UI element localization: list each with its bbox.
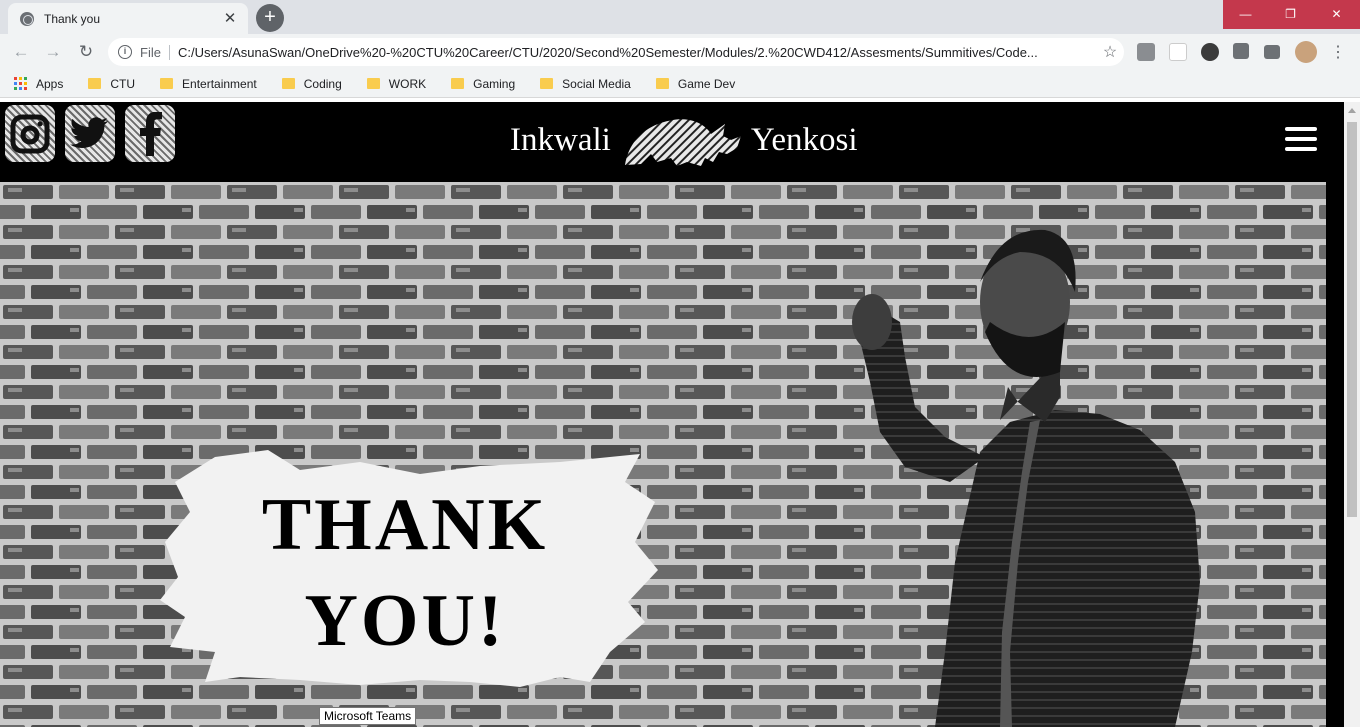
folder-icon [88,78,102,89]
media-controls-icon[interactable] [1264,45,1280,59]
bookmark-entertainment[interactable]: Entertainment [160,77,257,91]
bookmark-label: WORK [388,76,427,91]
forward-button[interactable]: → [40,40,66,66]
new-tab-button[interactable]: + [256,4,284,32]
puzzle-extensions-icon[interactable] [1233,43,1249,59]
folder-icon [281,78,295,89]
bookmarks-bar: Apps CTU Entertainment Coding WORK Gamin… [0,70,1360,98]
bookmark-label: Gaming [473,76,516,91]
address-bar[interactable]: i File C:/Users/AsunaSwan/OneDrive%20-%2… [108,38,1124,66]
scheme-label: File [140,44,170,60]
drive-extension-icon[interactable] [1169,43,1187,61]
rhino-logo-icon [624,119,741,166]
info-icon[interactable]: i [118,45,132,59]
folder-icon [160,78,174,89]
reload-button[interactable]: ↻ [73,40,99,66]
page-viewport: Inkwali Yenkosi THANK YOU! Microsoft Tea… [0,102,1344,727]
bookmark-label: Coding [303,76,342,91]
twitter-link[interactable] [65,105,115,162]
back-button[interactable]: ← [8,40,34,66]
restore-button[interactable]: ❐ [1268,0,1313,29]
bookmark-game-dev[interactable]: Game Dev [655,76,736,91]
profile-avatar[interactable] [1295,41,1317,63]
facebook-icon [140,111,162,156]
bookmark-gaming[interactable]: Gaming [451,77,515,91]
browser-toolbar: ← → ↻ i File C:/Users/AsunaSwan/OneDrive… [0,34,1360,70]
url-text[interactable]: C:/Users/AsunaSwan/OneDrive%20-%20CTU%20… [178,45,1096,60]
site-header: Inkwali Yenkosi [0,102,1344,182]
tab-strip: Thank you ✕ + — ❐ ✕ [0,0,1360,34]
hero-section: THANK YOU! [0,182,1326,727]
bookmark-label: CTU [110,76,136,91]
bookmark-apps[interactable]: Apps [14,77,63,91]
close-window-button[interactable]: ✕ [1313,0,1360,29]
close-tab-icon[interactable]: ✕ [222,10,238,27]
you-line: YOU! [304,580,506,662]
brand-right: Yenkosi [750,121,858,158]
folder-icon [366,78,380,89]
bookmark-label: Game Dev [677,76,736,91]
bookmark-work[interactable]: WORK [366,76,427,91]
bookmark-star-icon[interactable]: ☆ [1096,42,1124,62]
scrollbar-thumb[interactable] [1347,122,1357,517]
instagram-icon [10,114,50,153]
tab-title: Thank you [44,11,101,26]
bookmark-label: Entertainment [182,76,257,91]
pdf-extension-icon[interactable] [1137,43,1155,61]
folder-icon [540,78,554,89]
bookmark-label: Apps [36,76,64,91]
folder-icon [451,78,465,89]
browser-tab[interactable]: Thank you ✕ [8,3,248,34]
hamburger-menu-icon[interactable] [1285,127,1317,151]
browser-menu-icon[interactable]: ⋮ [1328,42,1348,62]
minimize-button[interactable]: — [1223,0,1268,29]
twitter-icon [70,116,108,148]
thank-line: THANK [261,484,549,566]
scroll-up-icon[interactable] [1348,108,1356,113]
facebook-link[interactable] [125,105,175,162]
instagram-link[interactable] [5,105,55,162]
site-logo[interactable]: Inkwali Yenkosi [510,110,858,170]
dark-extension-icon[interactable] [1201,43,1219,61]
bookmark-label: Social Media [562,76,631,91]
brick-wall-image [0,182,1326,727]
thank-you-heading: THANK YOU! [210,477,600,669]
taskbar-tooltip: Microsoft Teams [319,707,417,725]
apps-grid-icon [14,77,27,90]
brand-left: Inkwali [510,121,611,158]
bookmark-ctu[interactable]: CTU [88,77,135,91]
bookmark-social-media[interactable]: Social Media [540,77,631,91]
bookmark-coding[interactable]: Coding [281,76,342,91]
folder-icon [655,78,669,89]
globe-icon [20,11,34,26]
vertical-scrollbar[interactable] [1344,102,1360,727]
